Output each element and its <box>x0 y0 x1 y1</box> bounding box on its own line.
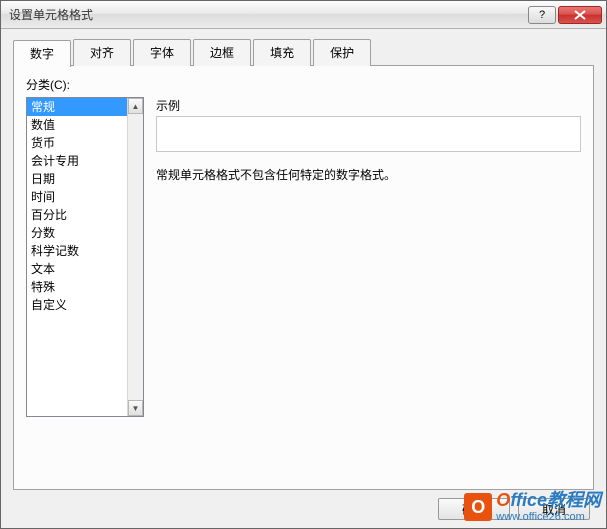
tab-fill[interactable]: 填充 <box>253 39 311 66</box>
tab-panel-number: 分类(C): 常规 数值 货币 会计专用 日期 时间 百分比 分数 科学记数 文… <box>13 65 594 490</box>
scroll-up-arrow[interactable]: ▲ <box>128 98 143 114</box>
preview-panel: 示例 常规单元格格式不包含任何特定的数字格式。 <box>156 97 581 479</box>
sample-box <box>156 116 581 152</box>
category-item-fraction[interactable]: 分数 <box>27 224 127 242</box>
category-item-custom[interactable]: 自定义 <box>27 296 127 314</box>
category-item-currency[interactable]: 货币 <box>27 134 127 152</box>
dialog-content: 数字 对齐 字体 边框 填充 保护 分类(C): 常规 数值 货币 会计专用 日… <box>1 29 606 528</box>
dialog-footer: 确定 取消 <box>13 498 594 520</box>
tab-font[interactable]: 字体 <box>133 39 191 66</box>
tab-protection[interactable]: 保护 <box>313 39 371 66</box>
dialog-window: 设置单元格格式 ? 数字 对齐 字体 边框 填充 保护 分类(C): 常规 <box>0 0 607 529</box>
scroll-track[interactable] <box>128 114 143 400</box>
help-icon: ? <box>539 9 545 21</box>
panel-body: 常规 数值 货币 会计专用 日期 时间 百分比 分数 科学记数 文本 特殊 自定… <box>26 97 581 479</box>
category-label: 分类(C): <box>26 76 581 93</box>
close-icon <box>574 10 586 20</box>
category-item-time[interactable]: 时间 <box>27 188 127 206</box>
category-item-text[interactable]: 文本 <box>27 260 127 278</box>
tab-strip: 数字 对齐 字体 边框 填充 保护 <box>13 39 594 66</box>
category-item-date[interactable]: 日期 <box>27 170 127 188</box>
tab-alignment[interactable]: 对齐 <box>73 39 131 66</box>
titlebar: 设置单元格格式 ? <box>1 1 606 29</box>
window-buttons: ? <box>528 6 602 24</box>
category-item-special[interactable]: 特殊 <box>27 278 127 296</box>
category-item-general[interactable]: 常规 <box>27 98 127 116</box>
category-item-number[interactable]: 数值 <box>27 116 127 134</box>
sample-label: 示例 <box>156 97 581 114</box>
close-button[interactable] <box>558 6 602 24</box>
tab-border[interactable]: 边框 <box>193 39 251 66</box>
category-listbox[interactable]: 常规 数值 货币 会计专用 日期 时间 百分比 分数 科学记数 文本 特殊 自定… <box>26 97 144 417</box>
window-title: 设置单元格格式 <box>9 6 528 23</box>
category-item-percentage[interactable]: 百分比 <box>27 206 127 224</box>
cancel-button[interactable]: 取消 <box>518 498 590 520</box>
format-description: 常规单元格格式不包含任何特定的数字格式。 <box>156 166 581 183</box>
ok-button[interactable]: 确定 <box>438 498 510 520</box>
category-item-accounting[interactable]: 会计专用 <box>27 152 127 170</box>
scroll-down-arrow[interactable]: ▼ <box>128 400 143 416</box>
category-list: 常规 数值 货币 会计专用 日期 时间 百分比 分数 科学记数 文本 特殊 自定… <box>27 98 127 416</box>
listbox-scrollbar[interactable]: ▲ ▼ <box>127 98 143 416</box>
category-item-scientific[interactable]: 科学记数 <box>27 242 127 260</box>
help-button[interactable]: ? <box>528 6 556 24</box>
tab-number[interactable]: 数字 <box>13 40 71 67</box>
